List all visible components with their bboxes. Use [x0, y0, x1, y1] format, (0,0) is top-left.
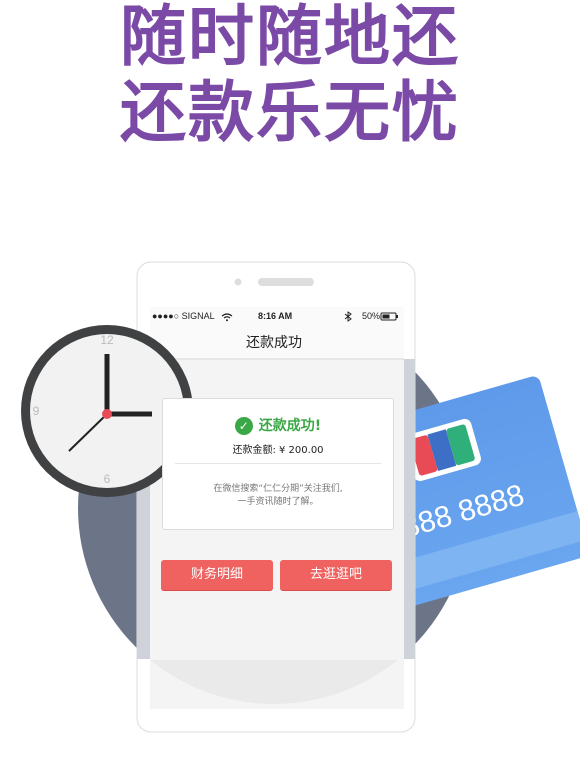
- wechat-hint-line-2: 一手资讯随时了解。: [237, 497, 319, 507]
- clock-number-12: 12: [100, 333, 114, 347]
- browse-button[interactable]: 去逛逛吧: [280, 560, 392, 590]
- check-circle-icon: ✓: [234, 417, 253, 435]
- wechat-hint-line-1: 在微信搜索“仁仁分期”关注我们,: [213, 484, 343, 494]
- finance-detail-button[interactable]: 财务明细: [161, 560, 273, 590]
- phone-speaker: [258, 278, 314, 286]
- status-bar: ●●●●○ SIGNAL 8:16 AM 50%: [152, 308, 402, 326]
- illustration: 888 8888 12 3 6 9: [21, 261, 580, 733]
- signal-carrier: ●●●●○ SIGNAL: [152, 311, 215, 321]
- amount-value: ¥ 200.00: [279, 445, 324, 456]
- status-time: 8:16 AM: [258, 311, 293, 321]
- success-title: 还款成功!: [258, 418, 322, 434]
- clock-number-6: 6: [104, 472, 111, 486]
- divider: [175, 463, 381, 464]
- nav-title: 还款成功: [246, 335, 302, 351]
- success-card: ✓ 还款成功! 还款金额: ¥ 200.00 在微信搜索“仁仁分期”关注我们, 一…: [162, 398, 394, 530]
- phone-camera-icon: [234, 278, 242, 286]
- success-title-row: ✓ 还款成功!: [163, 415, 393, 435]
- amount-row: 还款金额: ¥ 200.00: [163, 441, 393, 456]
- battery-percent: 50%: [361, 311, 380, 321]
- clock-number-9: 9: [33, 404, 40, 418]
- amount-label: 还款金额:: [232, 445, 276, 456]
